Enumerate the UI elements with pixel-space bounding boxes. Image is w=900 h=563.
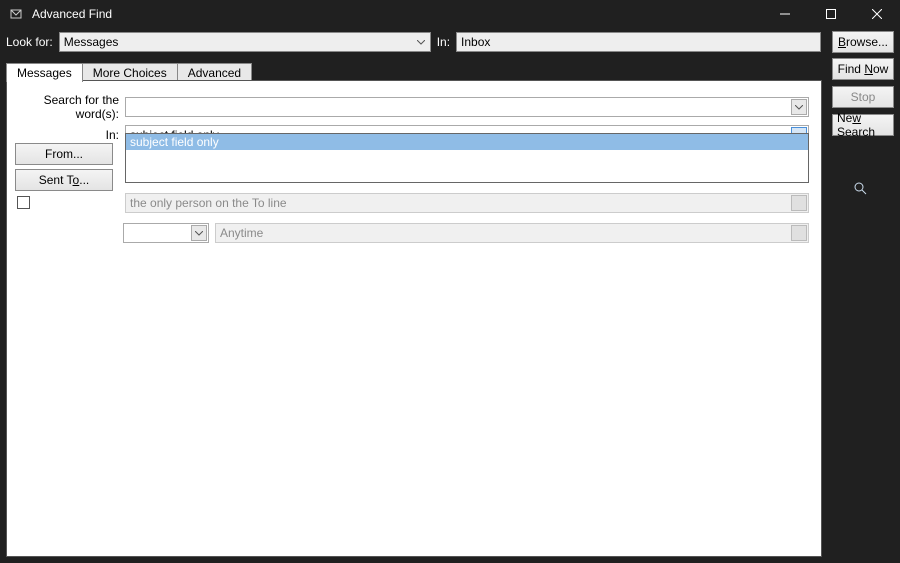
where-checkbox[interactable] [17, 196, 30, 209]
from-button[interactable]: From... [15, 143, 113, 165]
where-row: Where I am: [17, 195, 99, 209]
chevron-down-icon[interactable] [791, 99, 807, 115]
in-option[interactable]: subject field only [126, 134, 808, 150]
maximize-button[interactable] [808, 0, 854, 28]
where-select: the only person on the To line [125, 193, 809, 213]
sent-to-button[interactable]: Sent To... [15, 169, 113, 191]
in-option[interactable]: frequently-used text fields [126, 166, 808, 182]
time-select[interactable]: none [123, 223, 209, 243]
in-field-label: In: [19, 128, 125, 142]
browse-label: Browse... [838, 35, 888, 49]
app-icon [6, 4, 26, 24]
left-buttons: From... Sent To... [15, 143, 113, 195]
new-search-button[interactable]: New Search [832, 114, 894, 136]
chevron-down-icon [414, 35, 428, 49]
window-title: Advanced Find [32, 7, 112, 21]
magnifier-icon [854, 182, 868, 196]
form-area: Search for the word(s): In: subject fiel… [6, 80, 822, 557]
top-row: Look for: Messages In: Inbox Browse... [0, 28, 900, 56]
close-button[interactable] [854, 0, 900, 28]
tabs: Messages More Choices Advanced [6, 60, 251, 82]
time-label: Time: [17, 226, 123, 240]
time-row: Time: none Anytime [17, 223, 809, 243]
search-label: Search for the word(s): [19, 93, 125, 121]
chevron-down-icon [791, 225, 807, 241]
lookfor-select[interactable]: Messages [59, 32, 431, 52]
browse-button[interactable]: Browse... [832, 31, 894, 53]
in-label: In: [437, 35, 450, 49]
minimize-button[interactable] [762, 0, 808, 28]
in-dropdown-list: subject field only subject field and mes… [125, 133, 809, 183]
in-option[interactable]: subject field and message body [126, 150, 808, 166]
in-folder-field[interactable]: Inbox [456, 32, 821, 52]
search-input[interactable] [125, 97, 809, 117]
lookfor-label: Look for: [6, 35, 53, 49]
time-anytime-select: Anytime [215, 223, 809, 243]
stop-button: Stop [832, 86, 894, 108]
where-label: Where I am: [34, 195, 99, 209]
tab-messages[interactable]: Messages [6, 63, 83, 82]
right-panel: Find Now Stop New Search [832, 58, 894, 136]
search-row: Search for the word(s): [19, 93, 809, 121]
chevron-down-icon [791, 195, 807, 211]
find-now-button[interactable]: Find Now [832, 58, 894, 80]
chevron-down-icon[interactable] [191, 225, 207, 241]
in-folder-value: Inbox [461, 35, 490, 49]
window-controls [762, 0, 900, 28]
lookfor-value: Messages [64, 35, 119, 49]
titlebar: Advanced Find [0, 0, 900, 28]
